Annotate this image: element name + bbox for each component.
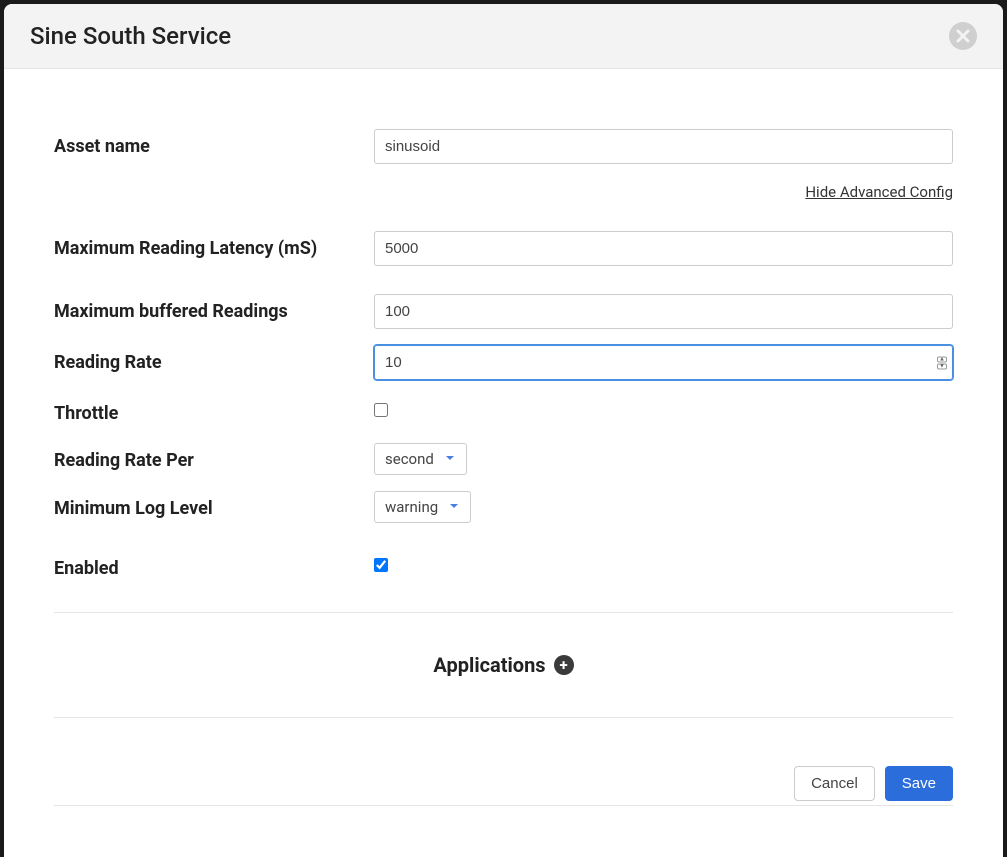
- close-icon: [956, 29, 970, 43]
- enabled-label: Enabled: [54, 551, 374, 582]
- reading-rate-input[interactable]: [374, 345, 953, 380]
- min-log-level-select[interactable]: warning: [374, 491, 471, 523]
- max-latency-row: Maximum Reading Latency (mS): [54, 231, 953, 266]
- min-log-level-row: Minimum Log Level warning: [54, 491, 953, 523]
- save-button[interactable]: Save: [885, 766, 953, 801]
- throttle-checkbox[interactable]: [374, 403, 388, 417]
- asset-name-label: Asset name: [54, 129, 374, 160]
- applications-section: Applications +: [54, 653, 953, 677]
- applications-title-row: Applications +: [433, 653, 573, 677]
- plus-icon: +: [559, 656, 567, 674]
- max-latency-input[interactable]: [374, 231, 953, 266]
- enabled-checkbox[interactable]: [374, 558, 388, 572]
- modal-footer: Cancel Save: [54, 748, 953, 806]
- enabled-row: Enabled: [54, 551, 953, 582]
- reading-rate-per-label: Reading Rate Per: [54, 443, 374, 474]
- chevron-down-icon: [448, 498, 460, 516]
- hide-advanced-config-link[interactable]: Hide Advanced Config: [805, 183, 953, 201]
- min-log-level-value: warning: [385, 498, 438, 516]
- max-buffered-input[interactable]: [374, 294, 953, 329]
- chevron-down-icon: [444, 450, 456, 468]
- service-config-modal: Sine South Service Asset name Hide Advan…: [4, 4, 1003, 857]
- throttle-label: Throttle: [54, 396, 374, 427]
- asset-name-input[interactable]: [374, 129, 953, 164]
- reading-rate-per-select[interactable]: second: [374, 443, 467, 475]
- max-buffered-row: Maximum buffered Readings: [54, 294, 953, 329]
- advanced-config-row: Hide Advanced Config: [54, 182, 953, 201]
- max-latency-label: Maximum Reading Latency (mS): [54, 231, 374, 262]
- max-buffered-label: Maximum buffered Readings: [54, 294, 374, 325]
- reading-rate-per-value: second: [385, 450, 434, 468]
- spinner-down-icon[interactable]: ▼: [937, 363, 947, 369]
- cancel-button[interactable]: Cancel: [794, 766, 875, 801]
- reading-rate-label: Reading Rate: [54, 345, 374, 376]
- applications-title: Applications: [433, 653, 545, 677]
- reading-rate-per-row: Reading Rate Per second: [54, 443, 953, 475]
- min-log-level-label: Minimum Log Level: [54, 491, 374, 522]
- number-spinner: ▲ ▼: [937, 356, 947, 369]
- modal-title: Sine South Service: [30, 22, 231, 50]
- add-application-button[interactable]: +: [554, 655, 574, 675]
- divider: [54, 612, 953, 613]
- throttle-row: Throttle: [54, 396, 953, 427]
- modal-body: Asset name Hide Advanced Config Maximum …: [4, 69, 1003, 857]
- reading-rate-row: Reading Rate ▲ ▼: [54, 345, 953, 380]
- asset-name-row: Asset name: [54, 129, 953, 164]
- close-button[interactable]: [949, 22, 977, 50]
- modal-header: Sine South Service: [4, 4, 1003, 69]
- divider: [54, 717, 953, 718]
